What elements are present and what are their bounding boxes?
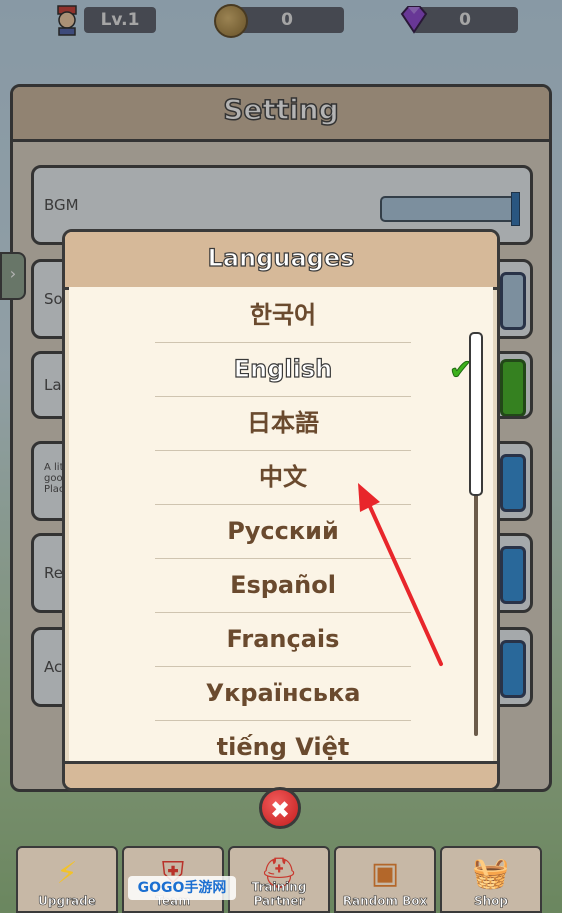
nav-shop-label: Shop: [473, 894, 509, 909]
nav-random-box[interactable]: ▣ Random Box: [334, 846, 436, 913]
red-annotation-arrow: [358, 483, 443, 666]
watermark-logo: GOGO手游网: [128, 876, 236, 900]
nav-training-partner-label: Training Partner: [251, 880, 307, 909]
chest-icon: ▣: [370, 856, 400, 891]
bottom-nav: ⚡ Upgrade ⛨ Team ⛑ Training Partner ▣ Ra…: [16, 846, 546, 913]
lightning-icon: ⚡: [56, 856, 78, 891]
nav-shop[interactable]: 🧺 Shop: [440, 846, 542, 913]
nav-training-partner[interactable]: ⛑ Training Partner: [228, 846, 330, 913]
basket-icon: 🧺: [472, 856, 510, 891]
nav-random-box-label: Random Box: [342, 894, 428, 909]
nav-upgrade-label: Upgrade: [38, 894, 96, 909]
nav-upgrade[interactable]: ⚡ Upgrade: [16, 846, 118, 913]
